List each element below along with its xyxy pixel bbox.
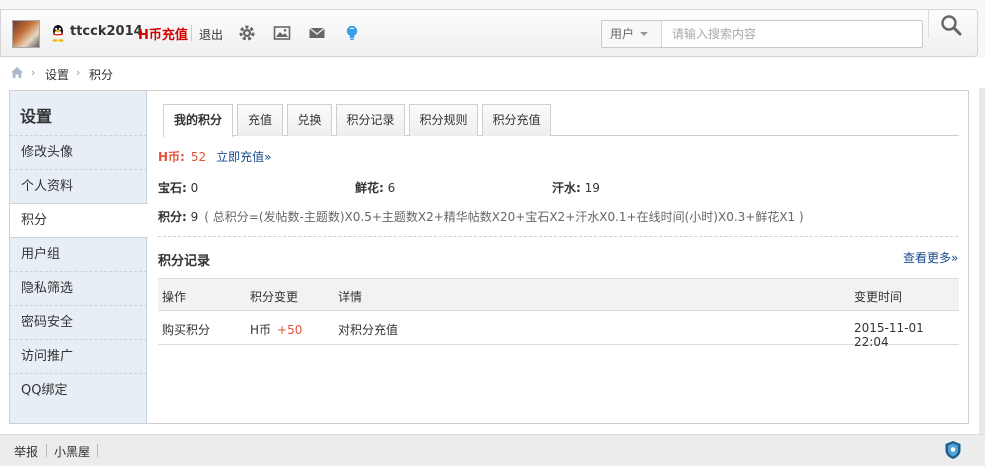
hcoin-row: H币: 52 立即充值» — [158, 148, 271, 165]
divider — [97, 444, 98, 457]
breadcrumb-item-settings[interactable]: 设置 — [45, 66, 69, 83]
stat-flowers: 鲜花: 6 — [355, 179, 395, 196]
blacklist-link[interactable]: 小黑屋 — [54, 443, 90, 460]
tab-my-points[interactable]: 我的积分 — [163, 104, 233, 137]
stat-sweat: 汗水: 19 — [552, 179, 600, 196]
cell-detail: 对积分充值 — [338, 323, 399, 337]
total-score-row: 积分: 9 ( 总积分=(发帖数-主题数)X0.5+主题数X2+精华帖数X20+宝… — [158, 208, 804, 225]
column-header: 积分变更 — [250, 290, 299, 304]
top-bar-inner: ttcck2014 H币充值 退出 用户 — [0, 9, 978, 57]
home-icon[interactable] — [10, 66, 24, 79]
stat-value: 6 — [387, 181, 396, 195]
score-formula: ( 总积分=(发帖数-主题数)X0.5+主题数X2+精华帖数X20+宝石X2+汗… — [204, 210, 804, 224]
column-header: 变更时间 — [854, 290, 903, 304]
column-header: 操作 — [162, 290, 187, 304]
avatar[interactable] — [12, 20, 40, 48]
score-label: 积分: — [158, 210, 187, 224]
stat-gems: 宝石: 0 — [158, 179, 198, 196]
gear-icon[interactable] — [238, 24, 256, 42]
tab-bar: 我的积分 充值 兑换 积分记录 积分规则 积分充值 — [163, 104, 959, 137]
stat-label: 宝石: — [158, 181, 187, 195]
stat-value: 0 — [190, 181, 199, 195]
score-value: 9 — [190, 210, 199, 224]
sidebar-item-profile[interactable]: 个人资料 — [10, 169, 147, 203]
qq-penguin-icon[interactable] — [50, 24, 66, 42]
sidebar-item-usergroup[interactable]: 用户组 — [10, 237, 147, 271]
sidebar-item-points[interactable]: 积分 — [10, 203, 148, 238]
hcoin-value: 52 — [190, 150, 207, 164]
sidebar-item-password[interactable]: 密码安全 — [10, 305, 147, 339]
divider — [46, 444, 47, 457]
search-input[interactable] — [664, 21, 919, 47]
divider — [928, 10, 929, 38]
lightbulb-icon[interactable] — [343, 24, 361, 42]
search-icon[interactable] — [940, 14, 962, 36]
top-bar: ttcck2014 H币充值 退出 用户 — [0, 0, 985, 67]
divider — [158, 236, 958, 237]
sidebar-item-qq-binding[interactable]: QQ绑定 — [10, 373, 147, 407]
divider — [191, 25, 192, 41]
table-header: 操作 积分变更 详情 变更时间 — [158, 278, 959, 311]
image-icon[interactable] — [273, 24, 291, 42]
shield-icon[interactable] — [944, 440, 962, 460]
tab-recharge[interactable]: 充值 — [237, 104, 283, 136]
cell-action: 购买积分 — [162, 323, 211, 337]
view-more-link[interactable]: 查看更多» — [903, 249, 958, 266]
table-row: 购买积分 H币 +50 对积分充值 2015-11-01 22:04 — [158, 311, 959, 349]
sidebar: 设置 修改头像 个人资料 积分 用户组 隐私筛选 密码安全 访问推广 QQ绑定 — [10, 91, 148, 423]
report-link[interactable]: 举报 — [14, 443, 38, 460]
hcoin-label: H币: — [158, 150, 185, 164]
mail-icon[interactable] — [308, 24, 326, 42]
stat-value: 19 — [584, 181, 600, 195]
tab-points-recharge[interactable]: 积分充值 — [482, 104, 551, 136]
breadcrumb: › 设置 › 积分 — [0, 58, 985, 88]
chevron-right-icon: › — [76, 66, 81, 79]
logout-link[interactable]: 退出 — [199, 26, 223, 43]
sidebar-item-privacy[interactable]: 隐私筛选 — [10, 271, 147, 305]
tab-exchange[interactable]: 兑换 — [287, 104, 332, 136]
chevron-down-icon — [640, 32, 648, 36]
tab-points-rules[interactable]: 积分规则 — [409, 104, 478, 136]
recharge-now-link[interactable]: 立即充值» — [216, 150, 271, 164]
hcoin-recharge-link[interactable]: H币充值 — [138, 24, 188, 43]
cell-currency: H币 — [250, 323, 272, 337]
footer: 举报 小黑屋 — [0, 434, 985, 466]
cell-time: 2015-11-01 22:04 — [854, 321, 924, 349]
settings-panel: 设置 修改头像 个人资料 积分 用户组 隐私筛选 密码安全 访问推广 QQ绑定 … — [9, 90, 969, 424]
stat-label: 鲜花: — [355, 181, 384, 195]
cell-change: H币 +50 — [250, 321, 302, 338]
search-box: 用户 — [601, 20, 923, 48]
username[interactable]: ttcck2014 — [70, 24, 143, 39]
breadcrumb-item-points: 积分 — [89, 68, 114, 82]
sidebar-item-avatar[interactable]: 修改头像 — [10, 135, 147, 169]
tab-points-log[interactable]: 积分记录 — [336, 104, 405, 136]
chevron-right-icon: › — [31, 66, 36, 79]
stat-label: 汗水: — [552, 181, 581, 195]
search-type-select[interactable]: 用户 — [602, 21, 662, 47]
sidebar-title: 设置 — [20, 107, 53, 126]
column-header: 详情 — [338, 290, 363, 304]
sidebar-item-promotion[interactable]: 访问推广 — [10, 339, 147, 373]
cell-change-value: +50 — [277, 323, 303, 337]
records-title: 积分记录 — [158, 254, 211, 269]
search-type-label: 用户 — [610, 27, 635, 41]
